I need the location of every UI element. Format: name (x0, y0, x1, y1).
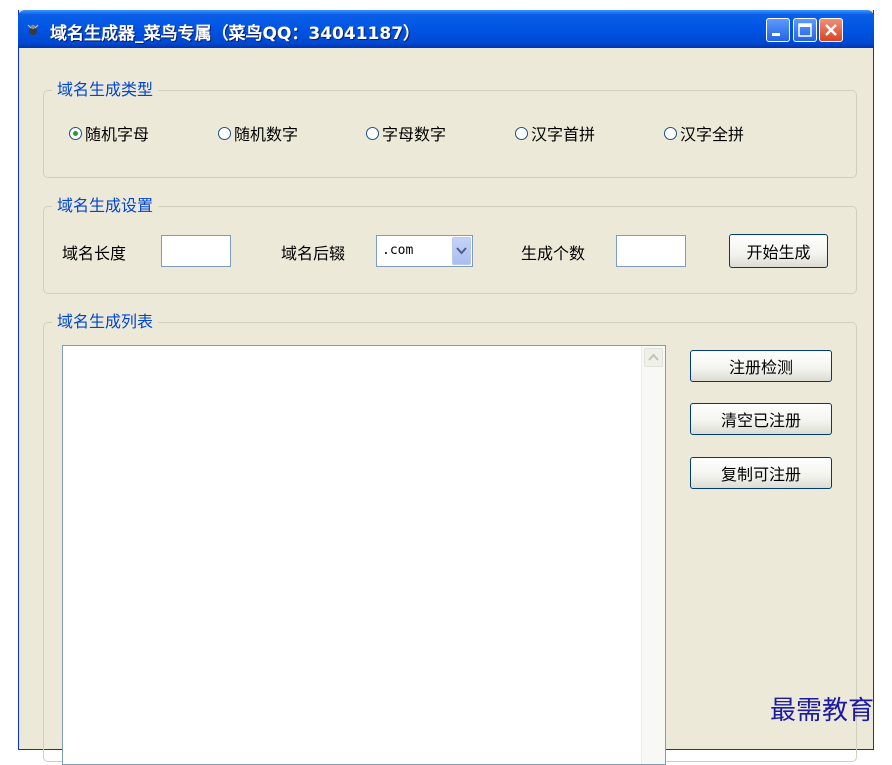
scroll-up-button[interactable] (644, 348, 663, 367)
title-bar[interactable]: 域名生成器_菜鸟专属（菜鸟QQ：34041187） (18, 10, 874, 48)
radio-pinyin-full[interactable]: 汉字全拼 (664, 122, 744, 144)
window-title: 域名生成器_菜鸟专属（菜鸟QQ：34041187） (50, 24, 421, 44)
app-icon (26, 22, 40, 36)
radio-unchecked-icon (515, 126, 528, 140)
radio-letters-digits[interactable]: 字母数字 (366, 122, 446, 144)
watermark-text: 最需教育 (770, 696, 875, 726)
close-icon (825, 24, 837, 36)
length-label: 域名长度 (62, 244, 127, 263)
count-input[interactable] (616, 235, 686, 267)
settings-group-label: 域名生成设置 (52, 196, 159, 216)
register-check-button[interactable]: 注册检测 (690, 350, 832, 382)
radio-checked-icon (69, 126, 82, 140)
length-input[interactable] (161, 235, 231, 267)
start-generate-button[interactable]: 开始生成 (729, 234, 828, 268)
app-window: 域名生成器_菜鸟专属（菜鸟QQ：34041187） 域名生成类型 随机字母 随机… (18, 10, 874, 765)
radio-unchecked-icon (218, 126, 231, 140)
radio-pinyin-initials[interactable]: 汉字首拼 (515, 122, 595, 144)
radio-label: 汉字全拼 (680, 125, 745, 144)
dropdown-arrow-icon[interactable] (452, 237, 471, 265)
minimize-icon (772, 33, 780, 36)
vertical-scrollbar[interactable] (641, 346, 665, 764)
type-group-label: 域名生成类型 (52, 80, 159, 100)
copy-available-button[interactable]: 复制可注册 (690, 457, 832, 489)
radio-unchecked-icon (664, 126, 677, 140)
radio-unchecked-icon (366, 126, 379, 140)
close-button[interactable] (819, 18, 843, 42)
maximize-icon (798, 23, 812, 37)
radio-random-letters[interactable]: 随机字母 (69, 122, 149, 144)
suffix-label: 域名后辍 (281, 244, 346, 263)
radio-label: 随机数字 (234, 125, 299, 144)
chevron-up-icon (648, 353, 659, 361)
radio-label: 字母数字 (382, 125, 447, 144)
radio-label: 随机字母 (85, 125, 150, 144)
minimize-button[interactable] (766, 18, 790, 42)
suffix-select[interactable]: .com (376, 235, 473, 267)
domain-listbox[interactable] (62, 345, 666, 765)
maximize-button[interactable] (793, 18, 817, 42)
radio-label: 汉字首拼 (531, 125, 596, 144)
suffix-select-value: .com (382, 243, 414, 258)
radio-random-digits[interactable]: 随机数字 (218, 122, 298, 144)
list-group-label: 域名生成列表 (52, 312, 159, 332)
clear-registered-button[interactable]: 清空已注册 (690, 403, 832, 435)
count-label: 生成个数 (521, 244, 586, 263)
